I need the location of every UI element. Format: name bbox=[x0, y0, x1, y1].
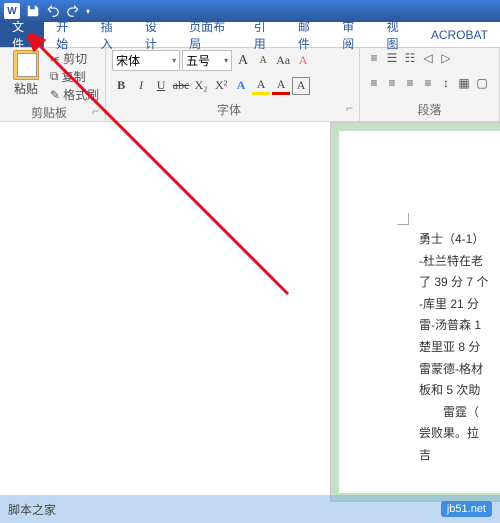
superscript-button[interactable]: X² bbox=[212, 77, 230, 95]
ribbon: 粘贴 ✂剪切 ⧉复制 ✎格式刷 剪贴板⌐ 宋体▾ 五号▾ A A Aa A B … bbox=[0, 48, 500, 122]
font-color-button[interactable]: A bbox=[272, 77, 290, 95]
font-group-label: 字体⌐ bbox=[112, 100, 353, 119]
tab-acrobat[interactable]: ACROBAT bbox=[419, 22, 500, 47]
bullets-button[interactable]: ≡ bbox=[366, 50, 382, 66]
dialog-launcher-icon[interactable]: ⌐ bbox=[346, 101, 353, 115]
tab-mailings[interactable]: 邮件 bbox=[286, 22, 330, 47]
paragraph-group-label: 段落 bbox=[366, 100, 493, 119]
tab-home[interactable]: 开始 bbox=[44, 22, 88, 47]
copy-icon: ⧉ bbox=[50, 69, 59, 84]
align-center-button[interactable]: ≡ bbox=[384, 75, 400, 91]
highlight-button[interactable]: A bbox=[252, 77, 270, 95]
font-size-select[interactable]: 五号▾ bbox=[182, 50, 232, 71]
qat-customize-icon[interactable]: ▾ bbox=[86, 7, 90, 16]
indent-inc-button[interactable]: ▷ bbox=[438, 50, 454, 66]
tab-insert[interactable]: 插入 bbox=[89, 22, 133, 47]
borders-button[interactable]: ▢ bbox=[474, 75, 490, 91]
clipboard-group-label: 剪贴板⌐ bbox=[6, 103, 99, 122]
copy-button[interactable]: ⧉复制 bbox=[50, 68, 99, 85]
group-font: 宋体▾ 五号▾ A A Aa A B I U abc X₂ X² A A A A… bbox=[106, 48, 360, 121]
shading-button[interactable]: ▦ bbox=[456, 75, 472, 91]
subscript-button[interactable]: X₂ bbox=[192, 77, 210, 95]
site-name: 脚本之家 bbox=[8, 501, 56, 518]
watermark-bar: 脚本之家 jb51.net bbox=[0, 495, 500, 523]
line-spacing-button[interactable]: ↕ bbox=[438, 75, 454, 91]
group-clipboard: 粘贴 ✂剪切 ⧉复制 ✎格式刷 剪贴板⌐ bbox=[0, 48, 106, 121]
paste-label: 粘贴 bbox=[14, 80, 38, 97]
tab-references[interactable]: 引用 bbox=[242, 22, 286, 47]
change-case-button[interactable]: Aa bbox=[274, 52, 292, 70]
paste-button[interactable]: 粘贴 bbox=[6, 50, 46, 103]
brush-icon: ✎ bbox=[50, 88, 60, 102]
text-effects-button[interactable]: A bbox=[232, 77, 250, 95]
tab-layout[interactable]: 页面布局 bbox=[177, 22, 242, 47]
ribbon-tabs: 文件 开始 插入 设计 页面布局 引用 邮件 审阅 视图 ACROBAT bbox=[0, 22, 500, 48]
numbering-button[interactable]: ☰ bbox=[384, 50, 400, 66]
bold-button[interactable]: B bbox=[112, 77, 130, 95]
italic-button[interactable]: I bbox=[132, 77, 150, 95]
format-painter-button[interactable]: ✎格式刷 bbox=[50, 86, 99, 103]
chevron-down-icon: ▾ bbox=[172, 56, 176, 65]
align-right-button[interactable]: ≡ bbox=[402, 75, 418, 91]
char-border-button[interactable]: A bbox=[292, 77, 310, 95]
cut-button[interactable]: ✂剪切 bbox=[50, 50, 99, 67]
group-paragraph: ≡ ☰ ☷ ◁ ▷ ≡ ≡ ≡ ≡ ↕ ▦ ▢ 段落 bbox=[360, 48, 500, 121]
undo-icon[interactable] bbox=[46, 4, 60, 18]
redo-icon[interactable] bbox=[66, 4, 80, 18]
site-badge: jb51.net bbox=[441, 501, 492, 517]
margin-corner-icon bbox=[397, 213, 409, 225]
tab-view[interactable]: 视图 bbox=[375, 22, 419, 47]
shrink-font-button[interactable]: A bbox=[254, 52, 272, 70]
tab-review[interactable]: 审阅 bbox=[330, 22, 374, 47]
font-name-select[interactable]: 宋体▾ bbox=[112, 50, 180, 71]
underline-button[interactable]: U bbox=[152, 77, 170, 95]
indent-dec-button[interactable]: ◁ bbox=[420, 50, 436, 66]
tab-file[interactable]: 文件 bbox=[0, 22, 44, 47]
scissors-icon: ✂ bbox=[50, 52, 60, 66]
tab-design[interactable]: 设计 bbox=[133, 22, 177, 47]
chevron-down-icon: ▾ bbox=[224, 56, 228, 65]
strike-button[interactable]: abc bbox=[172, 77, 190, 95]
align-left-button[interactable]: ≡ bbox=[366, 75, 382, 91]
save-icon[interactable] bbox=[26, 4, 40, 18]
document-body-text: 勇士（4-1） -杜兰特在老 了 39 分 7 个 -库里 21 分 雷-汤普森… bbox=[419, 229, 500, 467]
dialog-launcher-icon[interactable]: ⌐ bbox=[92, 104, 99, 118]
multilevel-button[interactable]: ☷ bbox=[402, 50, 418, 66]
paste-icon bbox=[13, 50, 39, 80]
clear-format-button[interactable]: A bbox=[294, 52, 312, 70]
document-page[interactable]: 勇士（4-1） -杜兰特在老 了 39 分 7 个 -库里 21 分 雷-汤普森… bbox=[330, 122, 500, 502]
grow-font-button[interactable]: A bbox=[234, 52, 252, 70]
justify-button[interactable]: ≡ bbox=[420, 75, 436, 91]
